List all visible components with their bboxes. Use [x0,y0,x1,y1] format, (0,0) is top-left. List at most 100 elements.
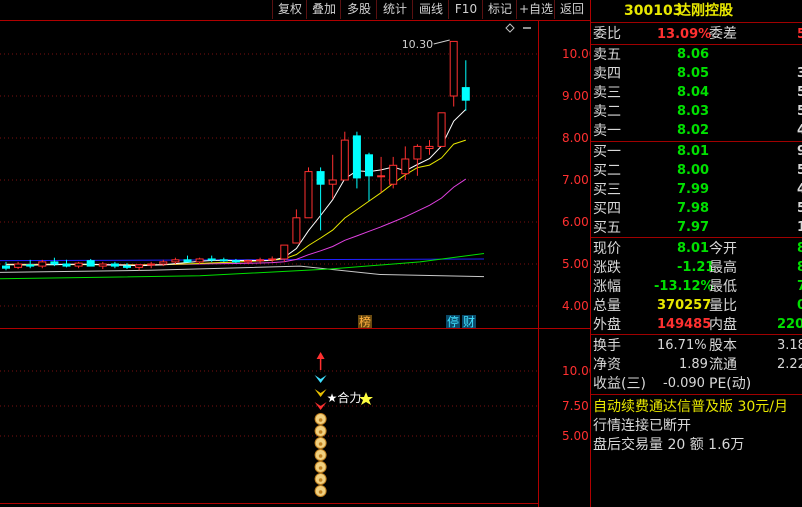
money-bag-mark [318,430,323,434]
quote-value: 149485 [657,317,712,332]
indicator-tick-label: 5.00 [562,429,589,443]
weicha-label: 委差 [709,26,737,42]
quote-label-2: 内盘 [709,317,737,333]
candle-body [328,179,337,185]
ask-volume: 5 [797,85,802,100]
event-tag[interactable]: 榜 [359,314,371,329]
price-tick-label: 7.00 [562,173,589,187]
weibi-label: 委比 [593,26,621,42]
connection-status: 行情连接已断开 [593,418,691,434]
stats-value: 1.89 [679,357,708,372]
quote-label: 涨幅 [593,279,621,295]
ask-label: 卖四 [593,66,621,82]
bid-label: 买三 [593,182,621,198]
candle-body [256,259,265,262]
quote-value-2: 8 [797,241,802,256]
bid-label: 买五 [593,220,621,236]
ma5-line [6,109,467,267]
candle-body [159,261,168,265]
stats-label-2: 股本 [709,338,737,354]
candle-body [352,135,361,179]
stats-label-2: 流通 [709,357,737,373]
bid-price: 8.01 [677,144,710,159]
candle-body [123,265,131,268]
money-bag-mark [318,466,323,470]
ask-label: 卖二 [593,104,621,120]
candle-body [340,139,349,181]
bid-volume: 5 [797,201,802,216]
quote-label: 外盘 [593,317,621,333]
bid-volume: 9 [797,144,802,159]
ask-price: 8.05 [677,66,710,81]
price-tick-label: 6.00 [562,215,589,229]
indicator-signal-label: ★合力 [327,390,362,405]
kline-chart[interactable]: 10.00 9.00 8.00 7.00 6.00 5.00 4.00 10.00 7.50 5.… [0,0,590,507]
money-bag-mark [318,454,323,458]
candle-body [74,262,83,267]
bid-volume: 5 [797,163,802,178]
stats-value-2: 2.22 [777,357,802,372]
candle-body [147,263,156,266]
stock-code: 300103 [624,3,683,19]
ad-banner[interactable]: 自动续费通达信普及版 30元/月 [593,399,788,415]
candle-body [135,264,144,268]
candle-body [2,265,10,269]
bid-price: 8.00 [677,163,710,178]
quote-label-2: 最低 [709,279,737,295]
quote-value-2: 2207 [777,317,802,332]
price-tick-label: 5.00 [562,257,589,271]
indicator-tick-label: 7.50 [562,399,589,413]
stats-label: 收益(三) [593,376,646,392]
bid-price: 7.98 [677,201,710,216]
candle-body [413,145,422,160]
ask-price: 8.02 [677,123,710,138]
price-tick-label: 10.00 [562,47,590,61]
quote-value-2: 0 [797,298,802,313]
candle-body [231,260,240,263]
ask-price: 8.04 [677,85,710,100]
candle-body [244,260,252,263]
candle-body [62,263,71,267]
candle-body [316,171,325,185]
candle-body [50,261,59,265]
stock-name: 达刚控股 [677,3,733,19]
quote-value-2: 8 [797,260,802,275]
candle-body [280,244,289,260]
ask-volume: 4 [797,123,802,138]
stats-value: 16.71% [657,338,707,353]
diamond-icon[interactable] [505,23,515,33]
butterfly-icon [314,375,327,383]
ma10-line [6,139,466,266]
ask-price: 8.03 [677,104,710,119]
candle-body [195,258,204,263]
candle-body [26,264,35,267]
high-price-label: 10.30 [402,38,434,51]
candle-body [401,158,410,175]
candle-body [304,171,313,219]
ma120-line [0,265,485,278]
butterfly-icon [314,389,327,397]
money-bag-mark [318,478,323,482]
quote-label-2: 今开 [709,241,737,257]
money-bag-mark [318,418,323,422]
bid-label: 买一 [593,144,621,160]
candle-body [207,258,216,261]
quote-label-2: 量比 [709,298,737,314]
bid-volume: 1 [797,220,802,235]
event-tag[interactable]: 停 [447,314,459,329]
candle-body [268,258,277,261]
money-bag-mark [318,490,323,494]
quote-value-2: 7 [797,279,802,294]
quote-label: 总量 [593,298,621,314]
price-tick-label: 4.00 [562,299,589,313]
event-tag[interactable]: 财 [463,315,475,329]
quote-value: -13.12% [654,279,714,294]
candle-body [377,175,386,178]
price-tick-label: 9.00 [562,89,589,103]
candle-body [292,217,301,244]
candle-body [86,260,95,267]
quote-label: 现价 [593,241,621,257]
up-arrow-icon [316,352,325,359]
candle-body [389,164,398,185]
stats-label-2: PE(动) [709,376,752,392]
